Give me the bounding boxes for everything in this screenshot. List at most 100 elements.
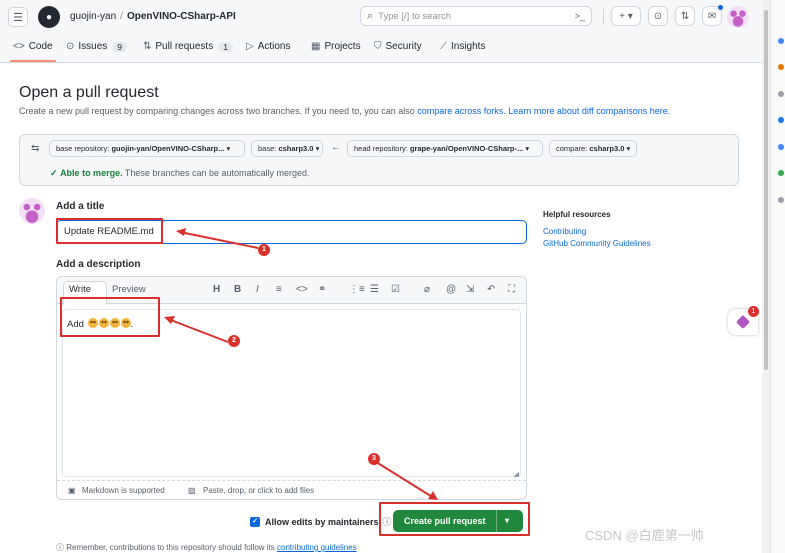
breadcrumb: guojin-yan / OpenVINO-CSharp-API [70, 11, 236, 22]
annotation-box-create [379, 502, 530, 536]
compare-box: ⇆ base repository: guojin-yan/OpenVINO-C… [19, 134, 739, 186]
repo-link[interactable]: OpenVINO-CSharp-API [127, 11, 236, 22]
paste-note[interactable]: Paste, drop, or click to add files [203, 486, 314, 495]
side-panel-app-icon[interactable] [778, 38, 784, 44]
base-repository-select[interactable]: base repository: guojin-yan/OpenVINO-CSh… [49, 140, 245, 157]
global-header: ☰ ● guojin-yan / OpenVINO-CSharp-API ⌕ Typ… [0, 0, 770, 33]
side-panel-app-icon[interactable] [778, 144, 784, 150]
pull-requests-button[interactable]: ⇅ [675, 6, 695, 26]
command-palette-icon[interactable]: >_ [575, 11, 585, 21]
ref-label: head repository: [354, 144, 408, 153]
floating-extension-button[interactable]: 1 [728, 306, 759, 335]
tab-label: Projects [324, 41, 361, 52]
search-icon: ⌕ [367, 9, 374, 22]
caret-icon: ▾ [626, 144, 631, 153]
tab-projects[interactable]: ▦ Projects [311, 41, 361, 52]
tab-code[interactable]: <> Code [10, 41, 56, 62]
ref-value: csharp3.0 [278, 144, 314, 153]
table-icon: ▦ [311, 41, 321, 52]
heading-icon[interactable]: H [213, 284, 220, 295]
fullscreen-icon[interactable]: ⛶ [508, 284, 515, 295]
contributing-guidelines-link[interactable]: contributing guidelines [277, 543, 357, 552]
quote-icon[interactable]: ≡ [276, 284, 282, 295]
side-panel-app-icon[interactable] [778, 64, 784, 70]
side-panel-app-icon[interactable] [778, 170, 784, 176]
tab-label: Actions [257, 41, 291, 52]
header-divider [603, 9, 604, 24]
inbox-icon: ✉ [707, 10, 717, 22]
tab-pull-requests[interactable]: ⇅ Pull requests 1 [143, 41, 233, 52]
tab-label: Issues [78, 41, 108, 52]
tab-label: Pull requests [155, 41, 214, 52]
italic-icon[interactable]: I [256, 284, 259, 295]
community-guidelines-link[interactable]: GitHub Community Guidelines [543, 239, 651, 248]
search-input[interactable]: ⌕ Type [/] to search >_ [360, 6, 592, 26]
annotation-box-title [56, 218, 163, 244]
head-repository-select[interactable]: head repository: grape-yan/OpenVINO-CSha… [347, 140, 543, 157]
allow-edits-label: Allow edits by maintainers [265, 516, 379, 527]
tab-actions[interactable]: ▷ Actions [246, 41, 291, 52]
tab-issues[interactable]: ⊙ Issues 9 [66, 41, 128, 52]
reply-icon[interactable]: ↶ [487, 284, 495, 295]
owner-link[interactable]: guojin-yan [70, 11, 116, 22]
arrow-left-icon: ← [331, 142, 341, 153]
merge-note: These branches can be automatically merg… [124, 168, 310, 178]
side-panel-app-icon[interactable] [778, 117, 784, 123]
user-avatar[interactable] [727, 6, 749, 28]
allow-edits[interactable]: ✓ Allow edits by maintainers ⓘ [250, 515, 392, 528]
issue-icon: ⊙ [66, 41, 75, 52]
description-label: Add a description [56, 259, 141, 270]
menu-button[interactable]: ☰ [8, 7, 28, 27]
github-logo-icon[interactable]: ● [38, 6, 60, 28]
pr-count: 1 [218, 41, 233, 52]
link-icon[interactable]: ⚭ [318, 284, 326, 295]
code-icon[interactable]: <> [296, 284, 308, 295]
checkbox-checked-icon[interactable]: ✓ [250, 516, 260, 527]
editor-footer: ▣ Markdown is supported ▨ Paste, drop, o… [57, 480, 526, 500]
gem-icon [735, 314, 751, 330]
browser-side-panel [770, 0, 785, 553]
compare-icon: ⇆ [31, 143, 40, 154]
resize-handle-icon[interactable]: ◢ [514, 470, 519, 478]
tasklist-icon[interactable]: ☑ [391, 284, 400, 295]
issues-button[interactable]: ⊙ [648, 6, 668, 26]
subtitle-text: Create a new pull request by comparing c… [19, 106, 415, 116]
tab-preview[interactable]: Preview [112, 284, 146, 295]
tab-write[interactable]: Write [69, 284, 91, 295]
bold-icon[interactable]: B [234, 284, 241, 295]
image-icon: ▨ [188, 486, 196, 495]
side-panel-app-icon[interactable] [778, 91, 784, 97]
list-unordered-icon[interactable]: ☰ [370, 284, 379, 295]
markdown-note[interactable]: Markdown is supported [82, 486, 165, 495]
pull-request-icon: ⇅ [143, 41, 152, 52]
tab-insights[interactable]: ⟋ Insights [440, 41, 485, 52]
attach-icon[interactable]: ⌀ [424, 284, 430, 295]
base-branch-select[interactable]: base: csharp3.0 ▾ [251, 140, 323, 157]
caret-icon: ▾ [226, 144, 231, 153]
issue-icon: ⊙ [653, 10, 663, 22]
mention-icon[interactable]: @ [446, 284, 456, 295]
page-subtitle: Create a new pull request by comparing c… [19, 106, 670, 116]
caret-icon: ▾ [525, 144, 530, 153]
compare-branch-select[interactable]: compare: csharp3.0 ▾ [549, 140, 637, 157]
notification-dot [718, 5, 723, 10]
scrollbar-thumb[interactable] [764, 10, 768, 370]
tab-label: Insights [451, 41, 486, 52]
reference-icon[interactable]: ⇲ [466, 284, 474, 295]
play-icon: ▷ [246, 41, 254, 52]
tab-label: Security [385, 41, 422, 52]
hamburger-icon: ☰ [13, 11, 23, 24]
breadcrumb-separator: / [120, 11, 123, 22]
list-ordered-icon[interactable]: ⋮≡ [349, 284, 365, 295]
ref-label: base: [258, 144, 277, 153]
learn-more-link[interactable]: Learn more about diff comparisons here. [508, 106, 670, 116]
repo-tabs: <> Code ⊙ Issues 9 ⇅ Pull requests 1 ▷ Actions… [0, 33, 770, 63]
create-new-button[interactable]: + ▾ [611, 6, 641, 26]
pull-request-icon: ⇅ [680, 10, 690, 22]
ref-label: base repository: [56, 144, 110, 153]
search-placeholder: Type [/] to search [378, 10, 452, 22]
tab-security[interactable]: ⛉ Security [374, 41, 422, 52]
contributing-link[interactable]: Contributing [543, 227, 586, 236]
compare-forks-link[interactable]: compare across forks. [417, 106, 506, 116]
side-panel-app-icon[interactable] [778, 197, 784, 203]
